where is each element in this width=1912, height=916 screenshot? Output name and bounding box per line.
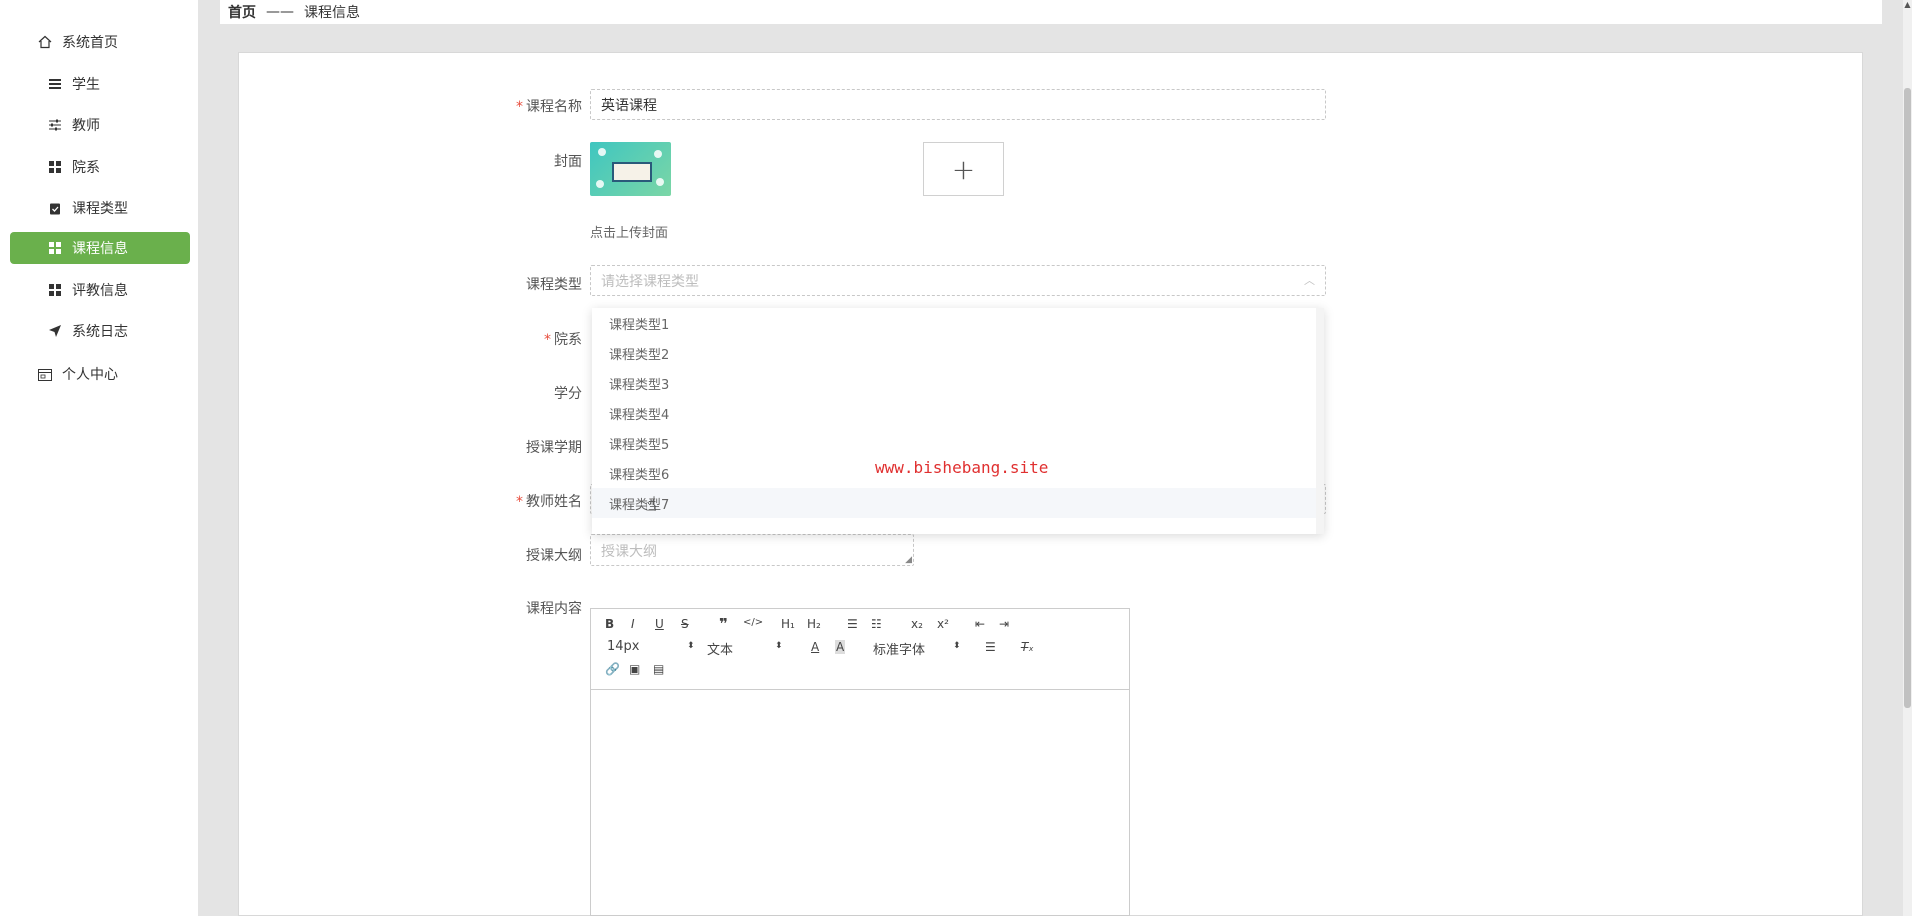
sidebar-item-label: 院系 [72,160,100,176]
dropdown-option[interactable]: 课程类型4 [592,398,1316,428]
scroll-up-arrow-icon[interactable]: ▲ [1903,0,1912,14]
sidebar-item-label: 个人中心 [62,367,118,383]
image-icon[interactable]: ▣ [629,662,640,676]
credit-label: 学分 [554,386,582,402]
clear-format-icon[interactable]: T̶ₓ [1021,640,1034,654]
upload-cover-button[interactable]: + [923,142,1004,196]
video-icon[interactable]: ▤ [653,662,664,676]
sliders-icon [48,118,62,132]
font-size-select[interactable]: 14px ⬍ [607,639,695,654]
dropdown-scrollbar[interactable] [1316,308,1324,534]
bullet-list-icon[interactable]: ☷ [871,617,882,631]
sidebar-item-label: 系统日志 [72,324,128,340]
course-type-select[interactable]: 请选择课程类型 ︿ [590,265,1326,296]
dropdown-option[interactable]: 课程类型5 [592,428,1316,458]
course-type-dropdown: 课程类型1 课程类型2 课程类型3 课程类型4 课程类型5 课程类型6 课程类型… [592,308,1324,534]
scrollbar-thumb[interactable] [1904,88,1911,708]
dropdown-option-hovered[interactable]: 课程类型7 [592,488,1316,518]
text-color-icon[interactable]: A [811,640,819,654]
plus-icon: + [951,152,976,186]
upload-hint: 点击上传封面 [590,226,669,241]
syllabus-textarea[interactable]: 授课大纲 ◢ [590,534,914,566]
chevron-up-icon: ︿ [1304,274,1315,287]
grid-icon [48,241,62,255]
sidebar: 系统首页 学生 教师 院系 课程类型 课程信息 评教信息 系统日志 个人中心 [0,0,198,916]
select-arrows-icon: ⬍ [775,641,783,651]
sidebar-item-label: 评教信息 [72,283,128,299]
sidebar-item-label: 学生 [72,77,100,93]
select-arrows-icon: ⬍ [953,641,961,651]
dropdown-option[interactable]: 课程类型2 [592,338,1316,368]
sidebar-item-label: 系统首页 [62,35,118,51]
sidebar-item-home[interactable]: 系统首页 [38,26,218,58]
editor-content[interactable] [591,690,1129,915]
dropdown-option[interactable]: 课程类型3 [592,368,1316,398]
course-name-label: * 课程名称 [516,99,582,115]
ordered-list-icon[interactable]: ☰ [847,617,858,631]
cover-image[interactable] [590,142,671,196]
content-label: 课程内容 [526,601,582,617]
page-scrollbar[interactable]: ▲ [1903,0,1912,916]
grid-icon [48,160,62,174]
watermark: www.bishebang.site [875,458,1049,477]
sidebar-item-course-types[interactable]: 课程类型 [10,192,190,224]
sidebar-item-course-info[interactable]: 课程信息 [10,232,190,264]
select-arrows-icon: ⬍ [687,641,695,651]
sidebar-item-label: 教师 [72,118,100,134]
indent-icon[interactable]: ⇥ [999,617,1009,631]
sidebar-item-label: 课程类型 [72,201,128,217]
align-icon[interactable]: ☰ [985,640,996,654]
sidebar-item-students[interactable]: 学生 [10,68,190,100]
outdent-icon[interactable]: ⇤ [975,617,985,631]
background-color-icon[interactable]: A [835,640,846,654]
bold-icon[interactable]: B [605,617,614,631]
home-icon [38,35,52,49]
underline-icon[interactable]: U [655,617,664,631]
dropdown-option[interactable]: 课程类型1 [592,308,1316,338]
strike-icon[interactable]: S [681,617,689,631]
quote-icon[interactable]: ❞ [719,615,728,633]
font-family-select[interactable]: 标准字体 ⬍ [873,639,961,658]
term-label: 授课学期 [526,440,582,456]
breadcrumb: 首页 —— 课程信息 [220,0,1882,24]
link-icon[interactable]: 🔗 [605,662,620,676]
cover-label: 封面 [554,154,582,170]
grid-icon [48,283,62,297]
calendar-icon [38,367,52,381]
sidebar-item-teachers[interactable]: 教师 [10,109,190,141]
syllabus-label: 授课大纲 [526,548,582,564]
subscript-icon[interactable]: x₂ [911,617,923,631]
department-label: * 院系 [544,332,582,348]
breadcrumb-separator: —— [266,4,294,20]
sidebar-item-system-log[interactable]: 系统日志 [10,315,190,347]
superscript-icon[interactable]: x² [937,617,949,631]
list-icon [48,77,62,91]
header-select[interactable]: 文本 ⬍ [707,639,783,658]
rich-text-editor: B I U S ❞ </> H₁ H₂ ☰ ☷ x₂ x² ⇤ ⇥ 14px ⬍ … [590,608,1130,916]
hand-cursor-icon: ☝ [645,492,658,516]
resize-handle-icon[interactable]: ◢ [905,555,912,565]
course-name-input[interactable]: 英语课程 [590,89,1326,120]
clipboard-icon [48,201,62,215]
code-icon[interactable]: </> [743,617,763,628]
send-icon [48,324,62,338]
sidebar-item-profile[interactable]: 个人中心 [38,358,218,390]
breadcrumb-home[interactable]: 首页 [228,2,256,22]
italic-icon[interactable]: I [631,617,635,631]
course-type-label: 课程类型 [526,277,582,293]
sidebar-item-departments[interactable]: 院系 [10,151,190,183]
sidebar-item-label: 课程信息 [72,241,128,257]
h1-icon[interactable]: H₁ [781,617,795,631]
breadcrumb-current: 课程信息 [304,5,360,21]
sidebar-item-evaluations[interactable]: 评教信息 [10,274,190,306]
h2-icon[interactable]: H₂ [807,617,821,631]
editor-toolbar: B I U S ❞ </> H₁ H₂ ☰ ☷ x₂ x² ⇤ ⇥ 14px ⬍ … [591,609,1129,690]
teacher-name-label: * 教师姓名 [516,494,582,510]
